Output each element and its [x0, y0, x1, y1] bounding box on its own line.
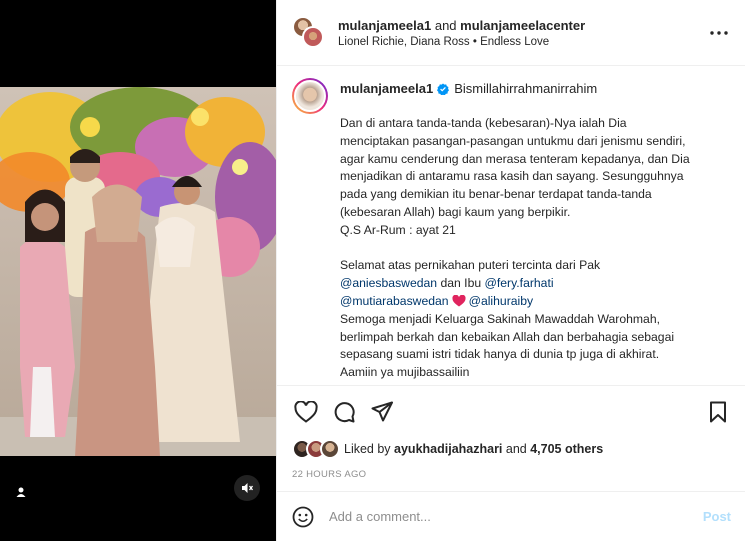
caption-area: mulanjameela1 Bismillahirrahmanirrahim D…: [277, 66, 745, 385]
post-media[interactable]: [0, 0, 276, 541]
collab-authors: mulanjameela1 and mulanjameelacenter: [338, 17, 707, 34]
caption-line: berlimpah berkah dan kebaikan Allah dan …: [340, 329, 675, 344]
music-label[interactable]: Lionel Richie, Diana Ross • Endless Love: [338, 36, 707, 48]
header-text: mulanjameela1 and mulanjameelacenter Lio…: [338, 17, 707, 48]
caption-body: mulanjameela1 Bismillahirrahmanirrahim D…: [340, 78, 730, 382]
share-button[interactable]: [367, 397, 397, 427]
caption-first-line: mulanjameela1 Bismillahirrahmanirrahim: [340, 81, 730, 97]
comment-button[interactable]: [329, 397, 359, 427]
heart-icon: [294, 400, 318, 423]
collab-avatars[interactable]: [292, 15, 326, 50]
likes-joiner: and: [502, 442, 531, 456]
comment-bar: Post: [277, 491, 745, 541]
caption-line: menjadikan di antaramu rasa kasih dan sa…: [340, 169, 684, 184]
caption-line: sepasang suami istri tidak hanya di duni…: [340, 347, 660, 362]
caption-line: Dan di antara tanda-tanda (kebesaran)-Ny…: [340, 116, 627, 130]
caption-line: pada yang demikian itu benar-benar terda…: [340, 187, 652, 202]
post-header: mulanjameela1 and mulanjameelacenter Lio…: [277, 0, 745, 66]
coauthor-username[interactable]: mulanjameelacenter: [460, 18, 585, 33]
caption-line: Selamat atas pernikahan puteri tercinta …: [340, 258, 601, 273]
post-timestamp[interactable]: 22 HOURS AGO: [277, 461, 745, 491]
liker-avatars[interactable]: [292, 439, 342, 459]
coauthor-joiner: and: [434, 18, 457, 33]
action-bar: [277, 385, 745, 437]
avatar: [320, 439, 340, 459]
post-comment-button[interactable]: Post: [703, 509, 731, 524]
caption-avatar[interactable]: [292, 78, 328, 114]
user-tag-icon: [16, 487, 26, 497]
more-options-button[interactable]: [707, 21, 731, 45]
emoji-button[interactable]: [291, 505, 315, 529]
avatar: [302, 25, 324, 48]
verified-badge-icon: [437, 83, 450, 95]
caption-line: Q.S Ar-Rum : ayat 21: [340, 222, 456, 237]
mention-link[interactable]: @fery.farhati: [485, 276, 554, 290]
likes-others-count[interactable]: 4,705 others: [530, 442, 603, 456]
emoji-icon: [292, 506, 314, 527]
user-tag-button[interactable]: [10, 481, 32, 503]
caption-line-mentions: @mutiarabaswedan @alihuraiby: [340, 293, 730, 311]
mute-button[interactable]: [234, 475, 260, 501]
caption-and-ibu: dan Ibu: [437, 276, 485, 291]
caption-opening: Bismillahirrahmanirrahim: [454, 81, 598, 96]
caption-row: mulanjameela1 Bismillahirrahmanirrahim D…: [292, 78, 730, 382]
bookmark-icon: [710, 401, 726, 422]
caption-line: agar kamu cenderung dan merasa tenteram …: [340, 151, 690, 166]
wedding-photo-illustration: [0, 87, 276, 456]
share-icon: [371, 401, 393, 421]
author-username[interactable]: mulanjameela1: [338, 18, 431, 33]
caption-text: Dan di antara tanda-tanda (kebesaran)-Ny…: [340, 115, 730, 382]
liker-username[interactable]: ayukhadijahazhari: [394, 442, 502, 456]
more-horizontal-icon: [710, 30, 728, 35]
liked-by-prefix: Liked by: [344, 442, 395, 456]
save-button[interactable]: [703, 397, 733, 427]
sound-off-icon: [242, 483, 254, 493]
likes-summary: Liked by ayukhadijahazhari and 4,705 oth…: [277, 437, 745, 461]
comment-input[interactable]: [329, 509, 703, 524]
comment-icon: [334, 401, 355, 422]
caption-line: Semoga menjadi Keluarga Sakinah Mawaddah…: [340, 311, 660, 326]
mention-link[interactable]: @alihuraiby: [469, 294, 534, 308]
likes-text: Liked by ayukhadijahazhari and 4,705 oth…: [344, 442, 603, 456]
post-dialog: mulanjameela1 and mulanjameelacenter Lio…: [0, 0, 745, 541]
post-photo[interactable]: [0, 87, 276, 456]
caption-username[interactable]: mulanjameela1: [340, 81, 433, 97]
caption-line-mentions: @aniesbaswedan dan Ibu @fery.farhati: [340, 275, 730, 293]
caption-line: Aamiin ya mujibassailiin: [340, 365, 470, 380]
post-details-panel: mulanjameela1 and mulanjameelacenter Lio…: [276, 0, 745, 541]
avatar: [294, 80, 326, 112]
mention-link[interactable]: @mutiarabaswedan: [340, 294, 449, 308]
caption-line: menciptakan pasangan-pasangan untukmu da…: [340, 133, 686, 148]
caption-line: (kebesaran Allah) bagi kaum yang berpiki…: [340, 204, 571, 219]
mention-link[interactable]: @aniesbaswedan: [340, 276, 437, 290]
like-button[interactable]: [291, 397, 321, 427]
red-heart-emoji-icon: [452, 294, 466, 307]
